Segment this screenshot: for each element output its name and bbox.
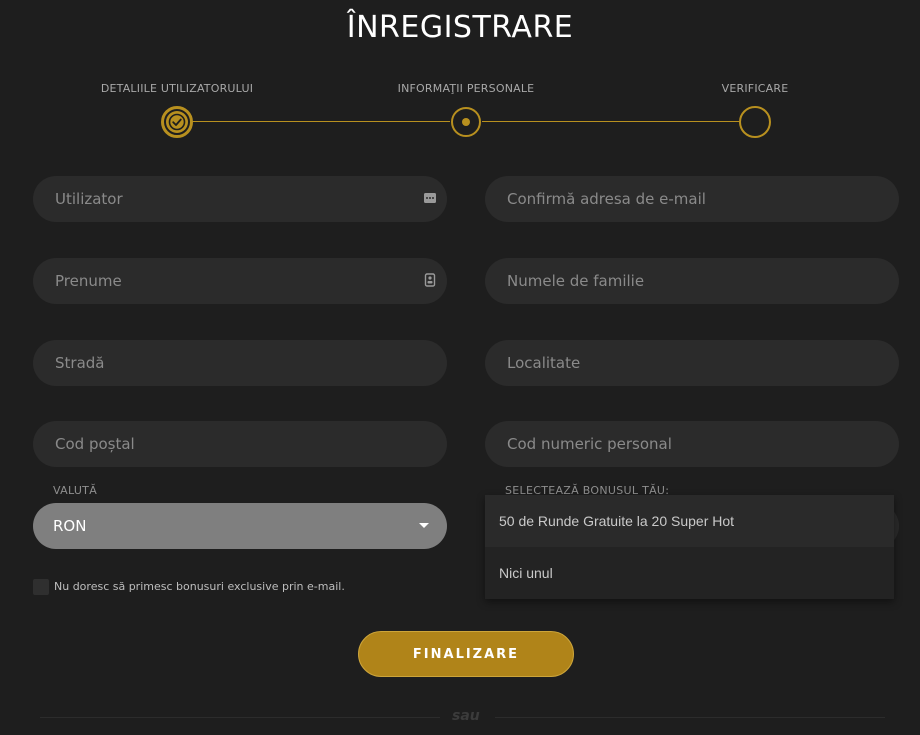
bonus-dropdown: 50 de Runde Gratuite la 20 Super Hot Nic… [485, 495, 894, 599]
currency-selected-value: RON [53, 517, 87, 535]
step-label-personal-info: INFORMAŢII PERSONALE [397, 82, 535, 95]
last-name-field[interactable] [485, 258, 899, 304]
bonus-option-free-spins[interactable]: 50 de Runde Gratuite la 20 Super Hot [485, 495, 894, 547]
city-field[interactable] [485, 340, 899, 386]
registration-page: ÎNREGISTRARE DETALIILE UTILIZATORULUI IN… [0, 0, 920, 735]
currency-select[interactable]: RON [33, 503, 447, 549]
bonus-option-none[interactable]: Nici unul [485, 547, 894, 599]
first-name-input[interactable] [53, 271, 427, 291]
confirm-email-input[interactable] [505, 189, 879, 209]
first-name-field[interactable] [33, 258, 447, 304]
divider-right [495, 717, 885, 718]
username-input[interactable] [53, 189, 427, 209]
chevron-down-icon [419, 523, 429, 528]
newsletter-optout-label: Nu doresc să primesc bonusuri exclusive … [54, 580, 345, 593]
street-field[interactable] [33, 340, 447, 386]
step-user-details [161, 106, 193, 138]
step-label-verification: VERIFICARE [721, 82, 789, 95]
step-dot-icon [462, 118, 470, 126]
username-field[interactable] [33, 176, 447, 222]
ellipsis-icon [423, 191, 437, 205]
divider-left [40, 717, 440, 718]
step-label-user-details: DETALIILE UTILIZATORULUI [100, 82, 254, 95]
currency-label: VALUTĂ [53, 484, 98, 497]
newsletter-optout-checkbox[interactable] [33, 579, 49, 595]
page-title: ÎNREGISTRARE [346, 10, 574, 45]
step-connector-2 [482, 121, 740, 122]
checkmark-icon [166, 111, 188, 133]
finalize-button[interactable]: FINALIZARE [358, 631, 574, 677]
cnp-field[interactable] [485, 421, 899, 467]
step-verification [739, 106, 771, 138]
city-input[interactable] [505, 353, 879, 373]
last-name-input[interactable] [505, 271, 879, 291]
confirm-email-field[interactable] [485, 176, 899, 222]
postal-code-input[interactable] [53, 434, 427, 454]
step-personal-info [451, 107, 481, 137]
cnp-input[interactable] [505, 434, 879, 454]
street-input[interactable] [53, 353, 427, 373]
id-card-icon [423, 273, 437, 287]
divider-text: sau [452, 708, 480, 724]
step-connector-1 [192, 121, 450, 122]
postal-code-field[interactable] [33, 421, 447, 467]
